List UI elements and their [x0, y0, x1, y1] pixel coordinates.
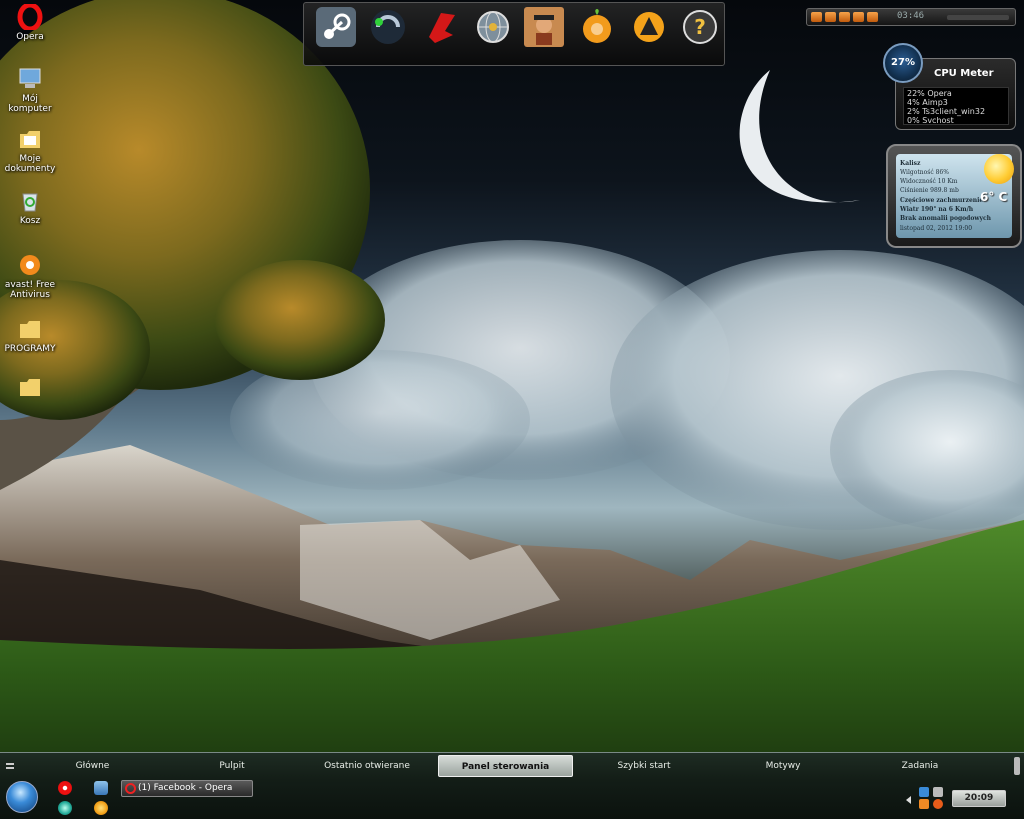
cpu-process-list: 22% Opera 4% Aimp3 2% Ts3client_win32 0%…	[903, 87, 1009, 125]
desktop-wallpaper	[0, 0, 1024, 819]
taskbar-window-title: (1) Facebook - Opera	[138, 783, 233, 793]
weather-panel: Kalisz Wilgotność 86% Widoczność 10 Km C…	[896, 154, 1014, 238]
menu-scrollbar[interactable]	[1014, 757, 1020, 775]
moon	[739, 70, 860, 203]
dock-item-help[interactable]: ?	[680, 7, 720, 47]
cpu-process-row: 4% Aimp3	[907, 98, 948, 107]
cpu-usage-dial: 27%	[883, 43, 923, 83]
weather-pressure: Ciśnienie 989.8 mb	[900, 187, 959, 194]
weather-gadget: Kalisz Wilgotność 86% Widoczność 10 Km C…	[886, 144, 1022, 248]
desktop-icon-my-computer[interactable]: Mój komputer	[0, 66, 60, 114]
ts3-icon	[371, 10, 405, 44]
quick-launch-sun-icon[interactable]	[94, 801, 108, 815]
track-time: 03:46	[897, 11, 925, 21]
cpu-process-row: 2% Ts3client_win32	[907, 107, 986, 116]
quick-launch-explorer-icon[interactable]	[94, 781, 108, 795]
quick-launch-app-icon[interactable]	[58, 801, 72, 815]
desktop-icon-avast[interactable]: avast! Free Antivirus	[0, 252, 60, 300]
opera-icon	[17, 4, 43, 30]
opera-icon	[125, 783, 136, 794]
avast-icon	[20, 255, 40, 275]
play-button[interactable]	[825, 12, 836, 22]
taskbar-menu: Główne Pulpit Ostatnio otwierane Panel s…	[0, 753, 1024, 777]
winamp-icon	[429, 13, 455, 43]
menu-item-recent[interactable]: Ostatnio otwierane	[312, 755, 422, 777]
dock-item-steam[interactable]	[316, 7, 356, 47]
weather-temperature: 6° C	[980, 190, 1008, 204]
desktop-icon-label: Opera	[16, 32, 44, 42]
wallpaper-art	[0, 0, 1024, 819]
desktop-icon-label: Mój komputer	[8, 94, 52, 114]
folder-icon	[20, 321, 40, 338]
weather-alerts: Brak anomalii pogodowych	[900, 215, 992, 222]
menu-grip-icon[interactable]	[6, 763, 14, 769]
cpu-meter-gadget: 27% CPU Meter 22% Opera 4% Aimp3 2% Ts3c…	[883, 43, 1016, 130]
desktop-icon-label: PROGRAMY	[4, 344, 56, 354]
dock-item-network[interactable]	[473, 7, 513, 47]
media-player-bar: 03:46	[806, 8, 1016, 26]
tray-volume-icon[interactable]	[933, 787, 943, 797]
fruity-loops-icon	[583, 9, 611, 43]
aimp-icon	[634, 12, 664, 42]
quick-launch-opera-icon[interactable]	[58, 781, 72, 795]
desktop-icon-label: Moje dokumenty	[4, 154, 56, 174]
dock-item-game[interactable]	[524, 7, 564, 47]
app-dock: ?	[303, 2, 725, 66]
recycle-bin-icon	[22, 193, 38, 212]
help-icon: ?	[683, 10, 717, 44]
dock-item-aimp[interactable]	[629, 7, 669, 47]
menu-item-themes[interactable]: Motywy	[750, 755, 816, 777]
weather-city: Kalisz	[900, 160, 921, 167]
game-character-icon	[524, 7, 564, 47]
weather-condition: Częściowe zachmurzenie	[900, 197, 984, 204]
menu-item-desktop[interactable]: Pulpit	[196, 755, 268, 777]
weather-wind: Wiatr 190° na 6 Km/h	[900, 206, 974, 213]
documents-folder-icon	[20, 131, 40, 148]
volume-slider[interactable]	[947, 15, 1009, 20]
taskbar: Główne Pulpit Ostatnio otwierane Panel s…	[0, 752, 1024, 819]
desktop-icon-my-documents[interactable]: Moje dokumenty	[0, 126, 60, 174]
weather-updated: listopad 02, 2012 19:00	[900, 225, 973, 232]
desktop-icon-recycle-bin[interactable]: Kosz	[0, 188, 60, 226]
taskbar-window-button[interactable]: (1) Facebook - Opera	[121, 780, 253, 797]
tray-avast-icon[interactable]	[919, 799, 929, 809]
dock-item-teamspeak[interactable]	[368, 7, 408, 47]
taskbar-clock[interactable]: 20:09	[952, 790, 1006, 807]
tray-expand-icon[interactable]	[906, 796, 911, 804]
menu-item-quick-launch[interactable]: Szybki start	[602, 755, 686, 777]
menu-item-main[interactable]: Główne	[60, 755, 125, 777]
next-button[interactable]	[867, 12, 878, 22]
desktop-icon-label: Kosz	[19, 216, 41, 226]
steam-icon	[316, 7, 356, 47]
pause-button[interactable]	[839, 12, 850, 22]
tray-app-icon[interactable]	[933, 799, 943, 809]
stop-button[interactable]	[853, 12, 864, 22]
menu-item-control-panel[interactable]: Panel sterowania	[438, 755, 573, 777]
folder-icon	[20, 379, 40, 396]
dock-item-fl-studio[interactable]	[577, 7, 617, 47]
previous-button[interactable]	[811, 12, 822, 22]
menu-item-tasks[interactable]: Zadania	[888, 755, 952, 777]
svg-text:?: ?	[694, 15, 706, 39]
weather-visibility: Widoczność 10 Km	[900, 178, 958, 185]
desktop-icon-programs-folder[interactable]: PROGRAMY	[0, 316, 60, 354]
tray-network-icon[interactable]	[919, 787, 929, 797]
sun-icon	[984, 154, 1014, 184]
desktop-icon-opera[interactable]: Opera	[0, 4, 60, 42]
cpu-process-row: 0% Svchost	[907, 116, 954, 125]
cpu-process-row: 22% Opera	[907, 89, 952, 98]
cpu-usage-percent: 27%	[891, 57, 915, 68]
start-button[interactable]	[6, 781, 38, 813]
desktop-icon-folder[interactable]	[0, 374, 60, 402]
computer-icon	[19, 68, 41, 88]
cpu-meter-title: CPU Meter	[934, 68, 994, 79]
dock-item-winamp[interactable]	[421, 7, 461, 47]
weather-humidity: Wilgotność 86%	[900, 169, 949, 176]
network-globe-icon	[477, 11, 509, 43]
desktop-icon-label: avast! Free Antivirus	[4, 280, 56, 300]
